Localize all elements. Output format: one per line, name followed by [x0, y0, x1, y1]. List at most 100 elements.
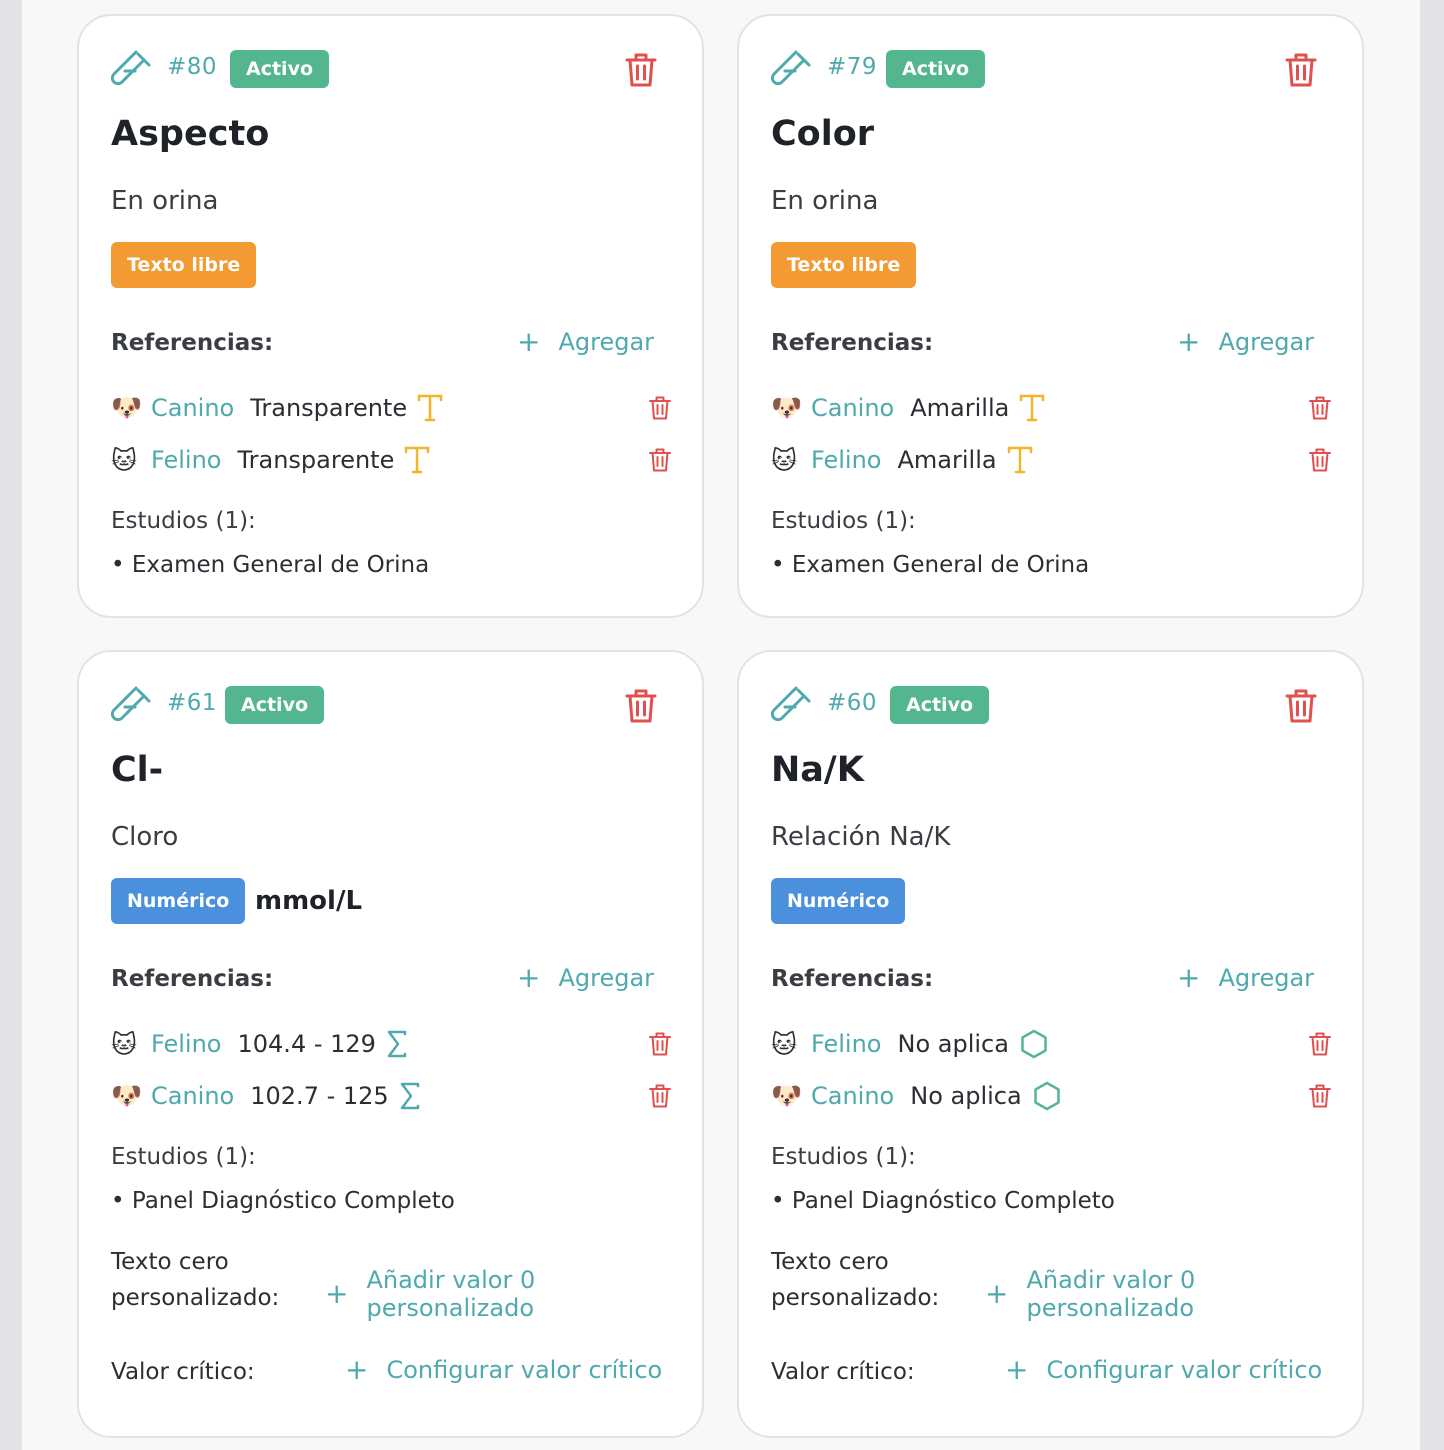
plus-icon: + — [1177, 325, 1201, 358]
add-zero-value-button[interactable]: + Añadir valor 0 personalizado — [985, 1266, 1362, 1322]
type-badge: Texto libre — [771, 242, 917, 288]
type-badge: Texto libre — [111, 242, 257, 288]
species-link[interactable]: Canino — [151, 1082, 234, 1110]
delete-card-button[interactable] — [1285, 688, 1317, 724]
studies-label: Estudios (1): — [771, 508, 916, 534]
unit-label: mmol/L — [255, 886, 363, 916]
sigma-icon — [399, 1082, 421, 1110]
reference-row: 🐶 Canino No aplica — [771, 1078, 1331, 1114]
species-link[interactable]: Felino — [811, 1030, 882, 1058]
plus-icon: + — [517, 961, 541, 994]
reference-row: 🐶 Canino Amarilla — [771, 390, 1331, 426]
delete-card-button[interactable] — [625, 52, 657, 88]
species-link[interactable]: Canino — [811, 394, 894, 422]
cat-icon: 🐱 — [771, 445, 798, 475]
dog-icon: 🐶 — [111, 1081, 143, 1110]
text-type-icon — [404, 446, 430, 474]
references-label: Referencias: — [771, 330, 934, 356]
reference-value: Transparente — [237, 446, 395, 474]
reference-value: Amarilla — [910, 394, 1010, 422]
references-label: Referencias: — [111, 966, 274, 992]
parameter-subtitle: Cloro — [111, 822, 179, 852]
parameter-card: #80 Activo Aspecto En orina Texto libre … — [77, 14, 704, 618]
zero-text-label: Texto cero personalizado: — [771, 1249, 940, 1311]
plus-icon: + — [345, 1353, 369, 1386]
cat-icon: 🐱 — [111, 1029, 138, 1059]
status-badge: Activo — [890, 686, 990, 724]
delete-card-button[interactable] — [1285, 52, 1317, 88]
text-type-icon — [1007, 446, 1033, 474]
plus-icon: + — [1177, 961, 1201, 994]
parameter-id: #61 — [167, 690, 218, 716]
add-reference-button[interactable]: + Agregar — [517, 328, 654, 357]
study-item: • Panel Diagnóstico Completo — [111, 1188, 455, 1214]
type-badge: Numérico — [771, 878, 906, 924]
species-link[interactable]: Canino — [151, 394, 234, 422]
dog-icon: 🐶 — [771, 393, 803, 422]
hexagon-icon — [1032, 1081, 1062, 1111]
critical-value-label: Valor crítico: — [111, 1359, 255, 1385]
species-link[interactable]: Felino — [811, 446, 882, 474]
parameter-title: Aspecto — [111, 114, 270, 154]
add-reference-button[interactable]: + Agregar — [1177, 325, 1314, 358]
test-tube-icon — [771, 50, 811, 86]
dog-icon: 🐶 — [771, 1081, 803, 1110]
reference-row: 🐱 Felino Amarilla — [771, 442, 1331, 478]
parameter-card: #79 Activo Color En orina Texto libre Re… — [737, 14, 1364, 618]
reference-value: No aplica — [910, 1082, 1022, 1110]
studies-label: Estudios (1): — [111, 508, 256, 534]
species-link[interactable]: Felino — [151, 1030, 222, 1058]
species-link[interactable]: Felino — [151, 446, 222, 474]
parameter-subtitle: En orina — [111, 186, 219, 216]
delete-reference-button[interactable] — [1309, 448, 1331, 472]
study-item: • Examen General de Orina — [771, 552, 1090, 578]
dog-icon: 🐶 — [111, 393, 143, 422]
study-item: • Panel Diagnóstico Completo — [771, 1188, 1115, 1214]
parameter-id: #80 — [167, 54, 218, 80]
reference-value: Amarilla — [897, 446, 997, 474]
studies-label: Estudios (1): — [771, 1144, 916, 1170]
reference-row: 🐱 Felino No aplica — [771, 1026, 1331, 1062]
configure-critical-value-button[interactable]: + Configurar valor crítico — [345, 1353, 662, 1386]
study-item: • Examen General de Orina — [111, 552, 430, 578]
sigma-icon — [386, 1030, 408, 1058]
status-badge: Activo — [230, 50, 330, 88]
add-zero-value-button[interactable]: + Añadir valor 0 personalizado — [325, 1266, 702, 1322]
zero-text-label: Texto cero personalizado: — [111, 1249, 280, 1311]
references-label: Referencias: — [111, 330, 274, 356]
configure-critical-value-button[interactable]: + Configurar valor crítico — [1005, 1356, 1322, 1385]
reference-value: 102.7 - 125 — [250, 1082, 389, 1110]
parameter-card: #61 Activo Cl- Cloro Numérico mmol/L Ref… — [77, 650, 704, 1438]
cat-icon: 🐱 — [771, 1029, 798, 1059]
reference-row: 🐶 Canino 102.7 - 125 — [111, 1078, 671, 1114]
studies-label: Estudios (1): — [111, 1144, 256, 1170]
delete-reference-button[interactable] — [649, 1032, 671, 1056]
plus-icon: + — [325, 1277, 349, 1310]
delete-card-button[interactable] — [625, 688, 657, 724]
delete-reference-button[interactable] — [1309, 1032, 1331, 1056]
text-type-icon — [1019, 394, 1045, 422]
delete-reference-button[interactable] — [1309, 1084, 1331, 1108]
text-type-icon — [417, 394, 443, 422]
reference-value: No aplica — [897, 1030, 1009, 1058]
parameter-title: Cl- — [111, 750, 164, 790]
delete-reference-button[interactable] — [1309, 396, 1331, 420]
parameter-id: #79 — [827, 54, 878, 80]
parameter-subtitle: Relación Na/K — [771, 822, 951, 852]
hexagon-icon — [1019, 1029, 1049, 1059]
parameter-card: #60 Activo Na/K Relación Na/K Numérico R… — [737, 650, 1364, 1438]
species-link[interactable]: Canino — [811, 1082, 894, 1110]
add-reference-button[interactable]: + Agregar — [1177, 961, 1314, 994]
delete-reference-button[interactable] — [649, 396, 671, 420]
status-badge: Activo — [225, 686, 325, 724]
parameter-id: #60 — [827, 690, 878, 716]
reference-value: Transparente — [250, 394, 408, 422]
test-tube-icon — [111, 50, 151, 86]
add-reference-button[interactable]: + Agregar — [517, 961, 654, 994]
status-badge: Activo — [886, 50, 986, 88]
delete-reference-button[interactable] — [649, 448, 671, 472]
delete-reference-button[interactable] — [649, 1084, 671, 1108]
parameter-title: Na/K — [771, 750, 864, 790]
cat-icon: 🐱 — [111, 445, 138, 475]
references-label: Referencias: — [771, 966, 934, 992]
